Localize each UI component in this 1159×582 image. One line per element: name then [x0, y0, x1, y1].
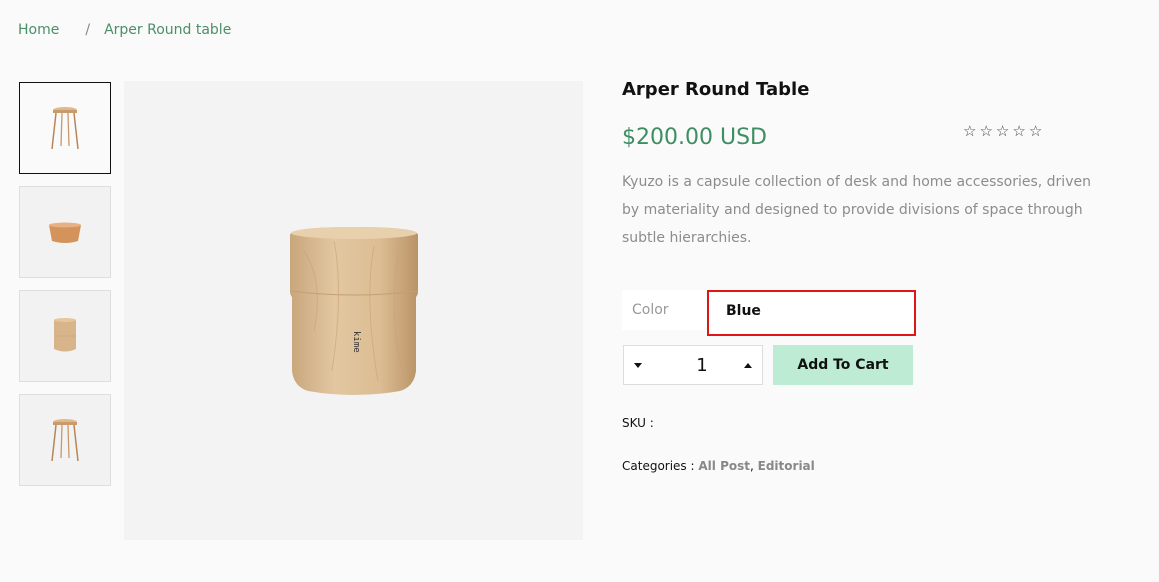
thumbnail-bowl[interactable] — [19, 186, 111, 278]
category-link-editorial[interactable]: Editorial — [758, 459, 815, 473]
stool-image — [51, 107, 79, 150]
star-icon[interactable]: ☆ — [996, 122, 1009, 140]
rating-stars[interactable]: ☆ ☆ ☆ ☆ ☆ — [963, 122, 1042, 140]
sku-label: SKU : — [622, 416, 654, 430]
thumbnail-stool-2[interactable] — [19, 394, 111, 486]
breadcrumb-current-link[interactable]: Arper Round table — [104, 22, 231, 38]
add-to-cart-button[interactable]: Add To Cart — [773, 345, 913, 385]
product-price: $200.00 USD — [622, 125, 767, 150]
thumbnail-stool-1[interactable] — [19, 82, 111, 174]
thumbnail-cup[interactable] — [19, 290, 111, 382]
color-option-label: Color — [622, 290, 706, 330]
bowl-image — [49, 222, 81, 243]
categories-separator: , — [749, 459, 754, 473]
decrease-quantity-icon[interactable] — [634, 362, 642, 368]
star-icon[interactable]: ☆ — [963, 122, 976, 140]
breadcrumb-home-link[interactable]: Home — [18, 22, 59, 38]
svg-text:kime: kime — [351, 331, 361, 353]
breadcrumb: Home / Arper Round table — [18, 22, 231, 38]
quantity-input[interactable]: 1 — [672, 355, 732, 376]
cup-image — [54, 318, 76, 352]
categories: Categories : All Post, Editorial — [622, 459, 815, 473]
wooden-cup-image: kime — [289, 226, 418, 395]
product-description: Kyuzo is a capsule collection of desk an… — [622, 174, 1091, 246]
star-icon[interactable]: ☆ — [979, 122, 992, 140]
main-product-image[interactable]: kime — [124, 81, 583, 540]
breadcrumb-separator: / — [85, 22, 91, 38]
star-icon[interactable]: ☆ — [1012, 122, 1025, 140]
categories-label: Categories : — [622, 459, 695, 473]
product-title: Arper Round Table — [622, 79, 810, 100]
quantity-stepper: 1 — [623, 345, 763, 385]
stool-image — [51, 419, 79, 462]
star-icon[interactable]: ☆ — [1029, 122, 1042, 140]
color-select[interactable]: Blue — [707, 290, 916, 336]
category-link-all-post[interactable]: All Post — [698, 459, 750, 473]
increase-quantity-icon[interactable] — [744, 362, 752, 368]
